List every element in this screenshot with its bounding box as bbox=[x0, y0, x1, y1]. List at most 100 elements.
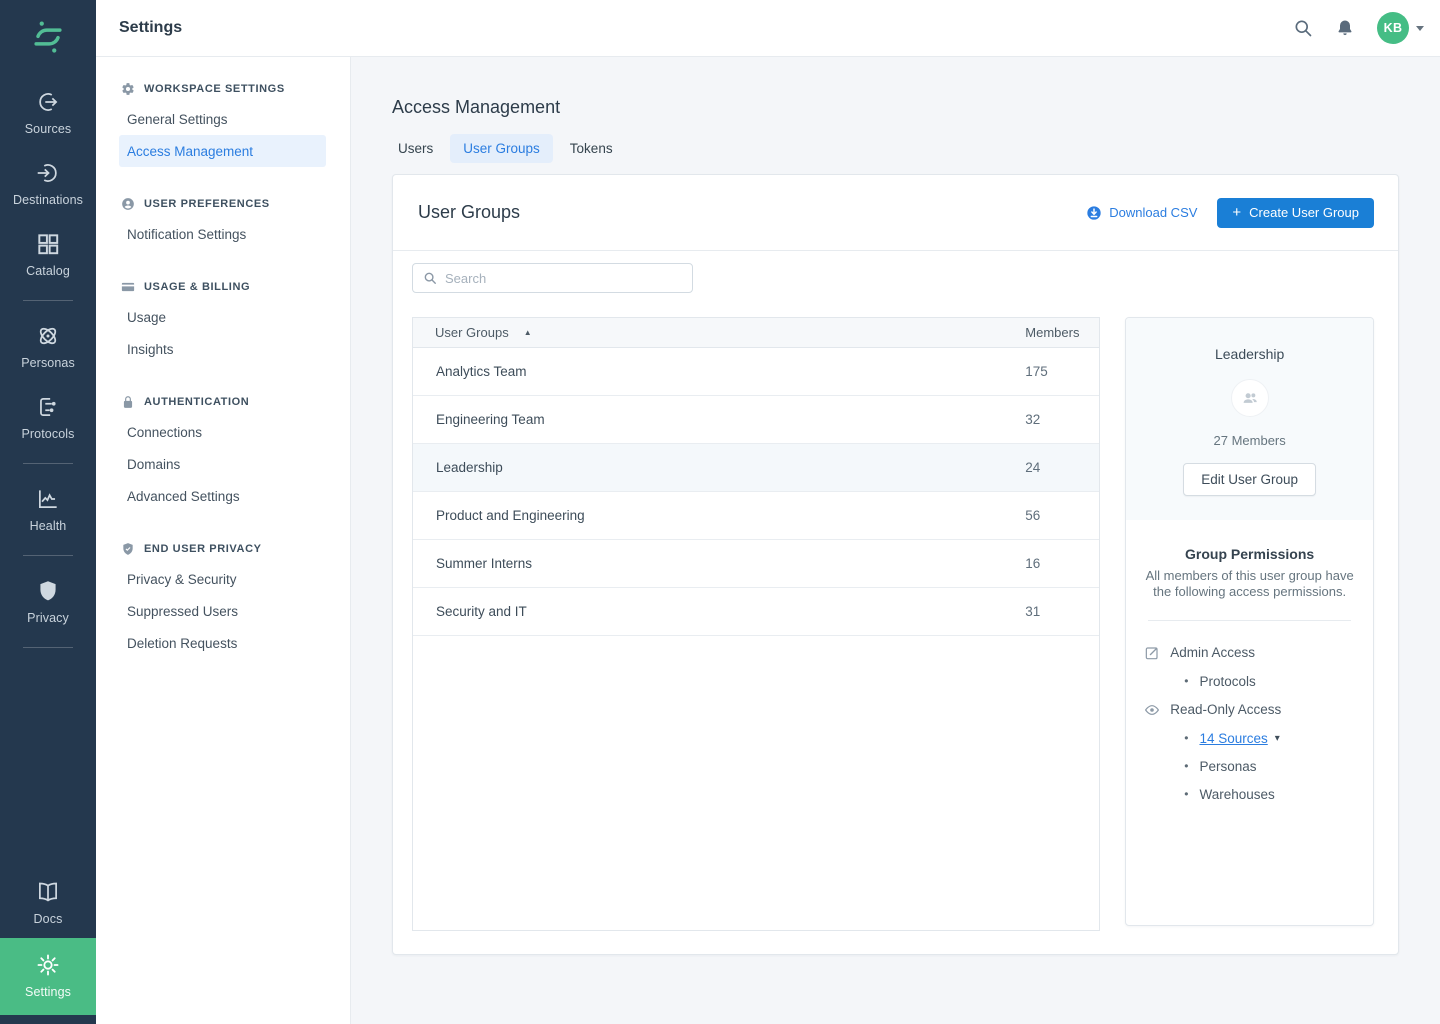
tab-user-groups[interactable]: User Groups bbox=[450, 134, 553, 163]
admin-access-label: Admin Access bbox=[1170, 645, 1255, 660]
nav-item-general-settings[interactable]: General Settings bbox=[96, 103, 350, 135]
tab-tokens[interactable]: Tokens bbox=[557, 134, 626, 163]
avatar[interactable]: KB bbox=[1377, 12, 1409, 44]
create-user-group-label: Create User Group bbox=[1249, 205, 1359, 220]
table-row[interactable]: Engineering Team 32 bbox=[413, 396, 1099, 444]
card-header: User Groups Download CSV + Create User G… bbox=[393, 175, 1398, 251]
user-circle-icon bbox=[121, 197, 135, 211]
card-title: User Groups bbox=[418, 202, 520, 223]
plus-icon: + bbox=[1232, 205, 1241, 220]
search-field[interactable] bbox=[412, 263, 693, 293]
section-title: USER PREFERENCES bbox=[144, 198, 270, 210]
section-title: AUTHENTICATION bbox=[144, 396, 249, 408]
user-menu[interactable]: KB bbox=[1377, 12, 1424, 44]
notifications-bell-icon[interactable] bbox=[1335, 18, 1355, 38]
nav-item-deletion-requests[interactable]: Deletion Requests bbox=[96, 627, 350, 659]
create-user-group-button[interactable]: + Create User Group bbox=[1217, 198, 1374, 228]
group-members-count: 56 bbox=[1025, 508, 1083, 523]
settings-sidebar: WORKSPACE SETTINGS General Settings Acce… bbox=[96, 57, 351, 1024]
access-item-label: Warehouses bbox=[1199, 787, 1274, 802]
sidebar-item-label: Docs bbox=[34, 912, 63, 926]
gear-icon bbox=[121, 82, 135, 96]
nav-item-privacy-security[interactable]: Privacy & Security bbox=[96, 563, 350, 595]
user-groups-card: User Groups Download CSV + Create User G… bbox=[392, 174, 1399, 955]
table-row[interactable]: Summer Interns 16 bbox=[413, 540, 1099, 588]
nav-section-workspace-settings: WORKSPACE SETTINGS General Settings Acce… bbox=[96, 73, 350, 167]
table-row[interactable]: Security and IT 31 bbox=[413, 588, 1099, 636]
download-csv-link[interactable]: Download CSV bbox=[1086, 205, 1197, 221]
sidebar-bottom-group: Docs Settings bbox=[0, 867, 96, 1024]
settings-gear-icon bbox=[35, 952, 61, 978]
nav-section-authentication: AUTHENTICATION Connections Domains Advan… bbox=[96, 386, 350, 512]
edit-pencil-icon bbox=[1144, 645, 1160, 661]
section-header: AUTHENTICATION bbox=[96, 386, 350, 416]
sidebar-item-sources[interactable]: Sources bbox=[0, 77, 96, 148]
read-only-access-row: Read-Only Access bbox=[1144, 702, 1355, 718]
nav-item-notification-settings[interactable]: Notification Settings bbox=[96, 218, 350, 250]
table-row[interactable]: Analytics Team 175 bbox=[413, 348, 1099, 396]
list-item: • Warehouses bbox=[1184, 787, 1355, 802]
sidebar-item-catalog[interactable]: Catalog bbox=[0, 219, 96, 290]
main-content: Access Management Users User Groups Toke… bbox=[351, 57, 1440, 1024]
sidebar-item-protocols[interactable]: Protocols bbox=[0, 382, 96, 453]
segment-logo[interactable] bbox=[0, 0, 96, 77]
nav-item-access-management[interactable]: Access Management bbox=[119, 135, 326, 167]
bullet-icon: • bbox=[1184, 787, 1188, 801]
nav-item-suppressed-users[interactable]: Suppressed Users bbox=[96, 595, 350, 627]
table-row[interactable]: Product and Engineering 56 bbox=[413, 492, 1099, 540]
nav-item-insights[interactable]: Insights bbox=[96, 333, 350, 365]
sidebar-item-destinations[interactable]: Destinations bbox=[0, 148, 96, 219]
bullet-icon: • bbox=[1184, 731, 1188, 745]
section-header: USER PREFERENCES bbox=[96, 188, 350, 218]
sidebar-item-docs[interactable]: Docs bbox=[0, 867, 96, 938]
nav-item-domains[interactable]: Domains bbox=[96, 448, 350, 480]
admin-access-list: • Protocols bbox=[1184, 674, 1355, 689]
nav-section-user-preferences: USER PREFERENCES Notification Settings bbox=[96, 188, 350, 250]
group-members-count: 31 bbox=[1025, 604, 1083, 619]
group-summary: Leadership 27 Members Edit User Group bbox=[1126, 318, 1373, 520]
group-members-count: 32 bbox=[1025, 412, 1083, 427]
sidebar-item-label: Personas bbox=[21, 356, 75, 370]
sidebar-item-label: Settings bbox=[25, 985, 71, 999]
nav-section-usage-billing: USAGE & BILLING Usage Insights bbox=[96, 271, 350, 365]
users-icon bbox=[1241, 389, 1259, 407]
sidebar-item-label: Destinations bbox=[13, 193, 83, 207]
table-row-selected[interactable]: Leadership 24 bbox=[413, 444, 1099, 492]
edit-user-group-button[interactable]: Edit User Group bbox=[1183, 463, 1316, 496]
sidebar-item-health[interactable]: Health bbox=[0, 474, 96, 545]
group-name: Summer Interns bbox=[436, 556, 1025, 571]
page-section-title: Settings bbox=[119, 19, 182, 37]
tab-bar: Users User Groups Tokens bbox=[385, 134, 1399, 163]
caret-down-icon[interactable]: ▾ bbox=[1275, 733, 1280, 744]
sidebar-item-personas[interactable]: Personas bbox=[0, 311, 96, 382]
sources-icon bbox=[35, 89, 61, 115]
shield-check-icon bbox=[121, 542, 135, 556]
nav-item-connections[interactable]: Connections bbox=[96, 416, 350, 448]
lock-icon bbox=[121, 395, 135, 409]
sidebar-item-privacy[interactable]: Privacy bbox=[0, 566, 96, 637]
search-icon[interactable] bbox=[1293, 18, 1313, 38]
docs-icon bbox=[35, 879, 61, 905]
sort-ascending-icon[interactable]: ▲ bbox=[524, 328, 532, 337]
group-detail-panel: Leadership 27 Members Edit User Group Gr… bbox=[1125, 317, 1374, 926]
group-name: Product and Engineering bbox=[436, 508, 1025, 523]
group-members-count: 175 bbox=[1025, 364, 1083, 379]
protocols-icon bbox=[35, 394, 61, 420]
sources-expand-link[interactable]: 14 Sources bbox=[1199, 731, 1267, 746]
section-title: WORKSPACE SETTINGS bbox=[144, 83, 285, 95]
tab-users[interactable]: Users bbox=[385, 134, 446, 163]
column-header-user-groups[interactable]: User Groups ▲ bbox=[435, 325, 1025, 340]
sidebar-item-label: Privacy bbox=[27, 611, 69, 625]
search-input[interactable] bbox=[445, 271, 682, 286]
group-members-count: 16 bbox=[1025, 556, 1083, 571]
nav-item-usage[interactable]: Usage bbox=[96, 301, 350, 333]
page-title: Access Management bbox=[392, 97, 1399, 118]
section-header: WORKSPACE SETTINGS bbox=[96, 73, 350, 103]
read-only-access-label: Read-Only Access bbox=[1170, 702, 1281, 717]
nav-item-advanced-settings[interactable]: Advanced Settings bbox=[96, 480, 350, 512]
sidebar-item-settings[interactable]: Settings bbox=[0, 938, 96, 1015]
section-header: END USER PRIVACY bbox=[96, 533, 350, 563]
download-csv-label: Download CSV bbox=[1109, 205, 1197, 220]
section-header: USAGE & BILLING bbox=[96, 271, 350, 301]
group-name: Engineering Team bbox=[436, 412, 1025, 427]
